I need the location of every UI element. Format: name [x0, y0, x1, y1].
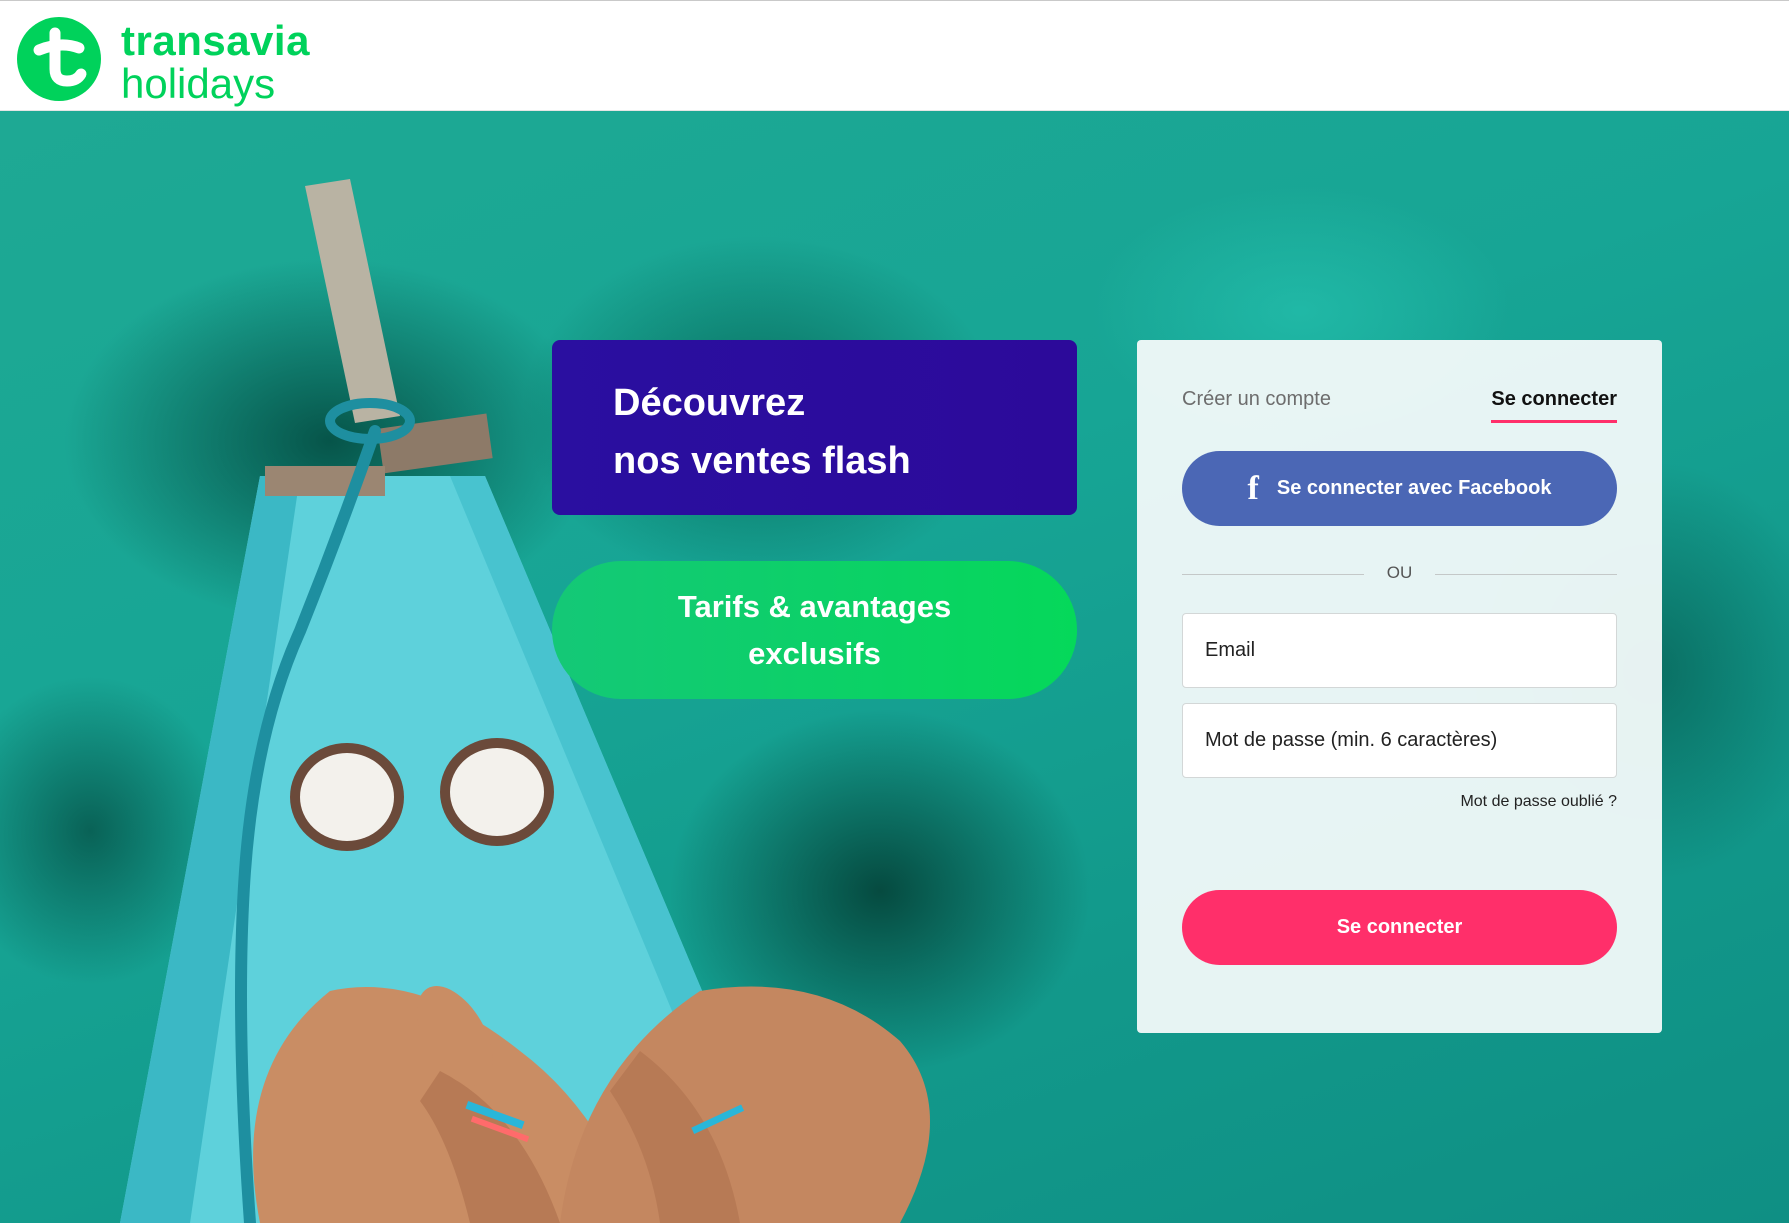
login-panel: Créer un compte Se connecter f Se connec… — [1137, 340, 1662, 1033]
logo-line-holidays: holidays — [121, 60, 276, 107]
facebook-icon: f — [1247, 469, 1259, 507]
or-divider: OU — [1182, 560, 1617, 590]
flash-sales-line2: nos ventes flash — [613, 440, 911, 482]
facebook-login-button[interactable]: f Se connecter avec Facebook — [1182, 451, 1617, 526]
facebook-login-label: Se connecter avec Facebook — [1276, 477, 1552, 499]
wooden-post — [305, 179, 400, 423]
transavia-logo[interactable]: transavia holidays — [17, 17, 357, 107]
email-field[interactable] — [1182, 613, 1617, 688]
hero-background-photo: Découvrez nos ventes flash Tarifs & avan… — [0, 111, 1789, 1223]
t-logo-icon — [17, 17, 101, 101]
logo-wordmark: transavia holidays — [121, 19, 310, 105]
coconut-right-flesh — [450, 748, 544, 836]
flash-sales-line1: Découvrez — [613, 382, 806, 424]
login-submit-button[interactable]: Se connecter — [1182, 890, 1617, 965]
site-header: transavia holidays — [0, 5, 1789, 111]
wooden-block — [377, 413, 493, 474]
exclusive-rates-banner[interactable]: Tarifs & avantages exclusifs — [552, 561, 1077, 699]
divider-text: OU — [1386, 563, 1413, 582]
divider-line-right — [1435, 574, 1617, 575]
tab-create-account[interactable]: Créer un compte — [1182, 388, 1331, 411]
tab-login[interactable]: Se connecter — [1491, 388, 1617, 423]
exclusive-rates-line2: exclusifs — [748, 636, 881, 671]
flash-sales-banner[interactable]: Découvrez nos ventes flash — [552, 340, 1077, 515]
forgot-password-link[interactable]: Mot de passe oublié ? — [1460, 793, 1617, 811]
logo-line-transavia: transavia — [121, 17, 310, 64]
exclusive-rates-line1: Tarifs & avantages — [677, 589, 952, 624]
coconut-left-flesh — [300, 753, 394, 841]
password-field[interactable] — [1182, 703, 1617, 778]
